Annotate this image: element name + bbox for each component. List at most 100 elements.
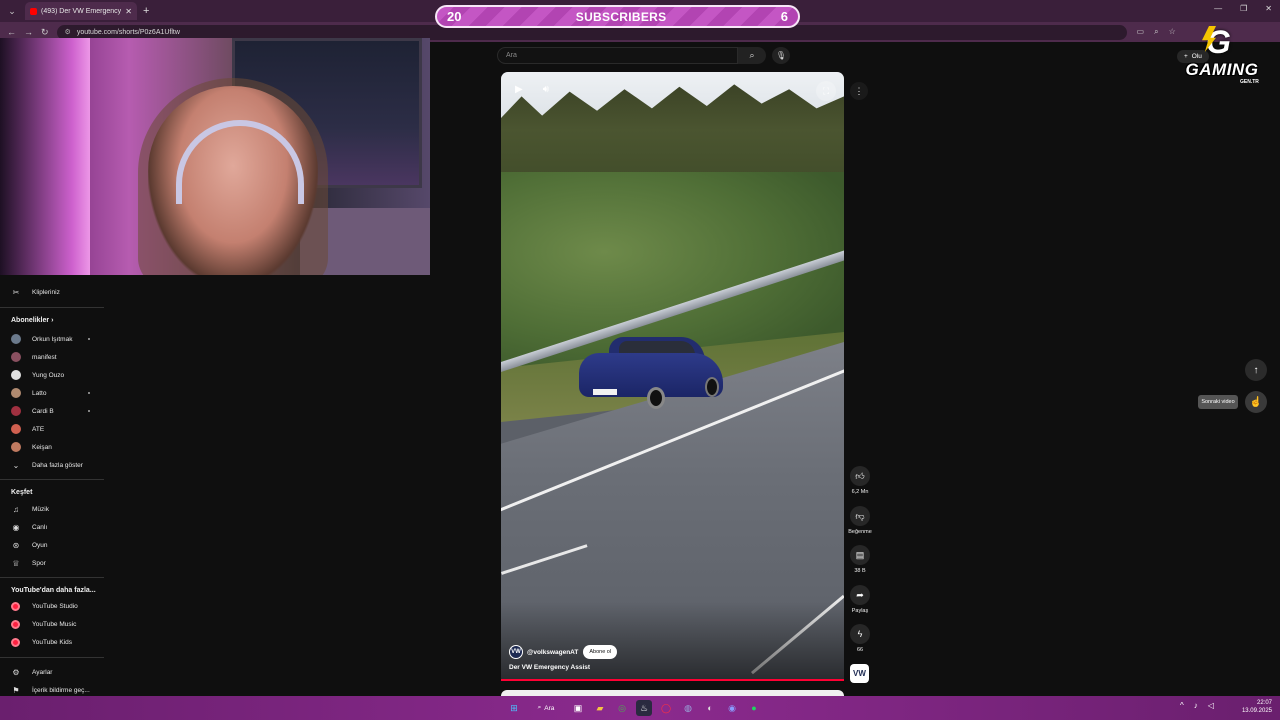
video-progress-bar[interactable]	[501, 679, 844, 681]
sidebar-subscription-item[interactable]: Keişan	[0, 439, 104, 455]
play-icon[interactable]: ▶	[515, 84, 523, 95]
taskbar-search[interactable]: ⌕ Ara	[528, 700, 564, 716]
search-icon: ⌕	[749, 50, 755, 60]
music-note-icon: ♫	[13, 504, 19, 514]
share-icon: ➦	[850, 585, 870, 605]
sidebar-subscription-item[interactable]: Latto	[0, 385, 104, 401]
zoom-icon[interactable]: ⌕	[1154, 27, 1158, 37]
previous-video-button[interactable]: ↑	[1245, 359, 1267, 381]
sidebar-item-label: YouTube Kids	[32, 638, 72, 646]
tab-list-icon[interactable]: ⌄	[3, 3, 21, 19]
subscriptions-heading[interactable]: Abonelikler ›	[11, 317, 53, 324]
tab-title: (493) Der VW Emergency Assist	[41, 7, 122, 15]
discord-icon[interactable]: ◉	[724, 700, 740, 716]
logo-word: GAMING	[1185, 60, 1259, 79]
remix-button[interactable]: ϟ 66	[847, 624, 873, 653]
subscription-name: ATE	[32, 425, 45, 433]
next-video-tooltip: Sonraki video	[1198, 395, 1238, 409]
search-icon: ⌕	[537, 704, 542, 711]
avatar	[11, 352, 21, 362]
close-window-icon[interactable]: ✕	[1265, 4, 1272, 13]
url-text: youtube.com/shorts/P0z6A1Ufltw	[76, 28, 180, 36]
show-more-button[interactable]: ⌄ Daha fazla göster	[0, 457, 104, 473]
maximize-icon[interactable]: ❐	[1240, 4, 1247, 13]
divider	[0, 479, 104, 480]
next-video-button[interactable]: ☝	[1245, 391, 1267, 413]
sidebar-item-clips[interactable]: ✂ Klipleriniz	[0, 284, 104, 300]
video-controls: ▶ 🔊︎	[515, 84, 549, 95]
logo-sub: GEN.TR	[1240, 79, 1259, 85]
tray-overflow-icon[interactable]: ^	[1180, 701, 1184, 710]
forward-icon[interactable]: →	[24, 27, 33, 38]
mic-tray-icon[interactable]: ♪	[1194, 701, 1198, 710]
subscription-name: Cardi B	[32, 407, 54, 415]
like-button[interactable]: 👍︎ 6,2 Mn	[847, 466, 873, 495]
app-icon[interactable]: ◍	[680, 700, 696, 716]
channel-handle[interactable]: @volkswagenAT	[527, 649, 578, 656]
obs-icon[interactable]: ◐	[702, 700, 718, 716]
file-explorer-icon[interactable]: ▰	[592, 700, 608, 716]
avatar	[11, 388, 21, 398]
sidebar-item-kids[interactable]: YouTube Kids	[0, 634, 104, 650]
vw-logo-icon[interactable]: VW	[509, 645, 523, 659]
sidebar-subscription-item[interactable]: Cardi B	[0, 403, 104, 419]
microphone-icon: 🎙︎	[775, 51, 787, 60]
task-view-icon[interactable]: ▣	[570, 700, 586, 716]
search-button[interactable]: ⌕	[738, 47, 766, 64]
sidebar-item-label: YouTube Music	[32, 620, 77, 628]
minimize-icon[interactable]: —	[1214, 4, 1222, 13]
subscriber-goal-overlay: 20 SUBSCRIBERS 6	[435, 5, 800, 28]
sidebar-item-music-app[interactable]: YouTube Music	[0, 616, 104, 632]
windows-start-icon[interactable]: ⊞	[506, 700, 522, 716]
dislike-button[interactable]: 👎︎ Beğenme	[847, 506, 873, 535]
steam-icon[interactable]: ♨	[636, 700, 652, 716]
avatar	[11, 406, 21, 416]
browser-tab[interactable]: (493) Der VW Emergency Assist ✕	[25, 2, 137, 20]
cast-icon[interactable]: ▭	[1137, 27, 1145, 37]
site-info-icon[interactable]: ⚙	[65, 28, 71, 36]
chrome-icon[interactable]: ◎	[614, 700, 630, 716]
subscription-name: Yung Ouzo	[32, 371, 65, 379]
sidebar-item-gaming[interactable]: ⊛ Oyun	[0, 537, 104, 553]
divider	[0, 307, 104, 308]
subscription-name: manifest	[32, 353, 57, 361]
sidebar-item-music[interactable]: ♫ Müzik	[0, 501, 104, 517]
sidebar-item-studio[interactable]: YouTube Studio	[0, 598, 104, 614]
sidebar-subscription-item[interactable]: Orkun Işıtmak	[0, 331, 104, 347]
clock-date: 13.09.2025	[1241, 708, 1272, 714]
sidebar-subscription-item[interactable]: manifest	[0, 349, 104, 365]
share-button[interactable]: ➦ Paylaş	[847, 585, 873, 614]
comments-button[interactable]: ▤ 38 B	[847, 545, 873, 574]
remix-count: 66	[856, 647, 864, 653]
sidebar-subscription-item[interactable]: Yung Ouzo	[0, 367, 104, 383]
volume-icon[interactable]: 🔊︎	[543, 84, 549, 95]
spotify-icon[interactable]: ●	[746, 700, 762, 716]
sidebar-item-settings[interactable]: ⚙ Ayarlar	[0, 664, 104, 680]
subscription-name: Latto	[32, 389, 47, 397]
new-content-dot	[88, 338, 90, 340]
search-input[interactable]: Ara	[497, 47, 738, 64]
voice-search-button[interactable]: 🎙︎	[772, 47, 790, 64]
close-tab-icon[interactable]: ✕	[125, 7, 132, 16]
sound-channel-thumbnail[interactable]: VW	[850, 664, 869, 683]
video-car	[579, 337, 723, 411]
video-title[interactable]: Der VW Emergency Assist	[509, 664, 590, 671]
shorts-video-player[interactable]: ▶ 🔊︎ ⛶ VW @volkswagenAT Abone ol Der VW …	[501, 72, 844, 681]
opera-icon[interactable]: ◯	[658, 700, 674, 716]
reload-icon[interactable]: ↻	[41, 27, 49, 38]
youtube-favicon-icon	[30, 7, 37, 15]
fullscreen-button[interactable]: ⛶	[816, 81, 836, 101]
taskbar-search-label: Ara	[544, 704, 555, 712]
sidebar-item-sports[interactable]: ♕ Spor	[0, 555, 104, 571]
car-wheel	[705, 377, 719, 397]
new-tab-icon[interactable]: +	[143, 5, 149, 17]
sidebar-subscription-item[interactable]: ATE	[0, 421, 104, 437]
subscribe-button[interactable]: Abone ol	[583, 645, 618, 659]
speaker-tray-icon[interactable]: ◁	[1208, 701, 1214, 710]
sidebar-item-live[interactable]: ◉ Canlı	[0, 519, 104, 535]
taskbar-clock[interactable]: 22:07 13.09.2025	[1238, 699, 1272, 715]
sidebar-item-label: Oyun	[32, 541, 48, 549]
more-options-button[interactable]: ⋮	[850, 82, 868, 100]
back-icon[interactable]: ←	[7, 27, 16, 38]
dislike-label: Beğenme	[848, 529, 872, 535]
